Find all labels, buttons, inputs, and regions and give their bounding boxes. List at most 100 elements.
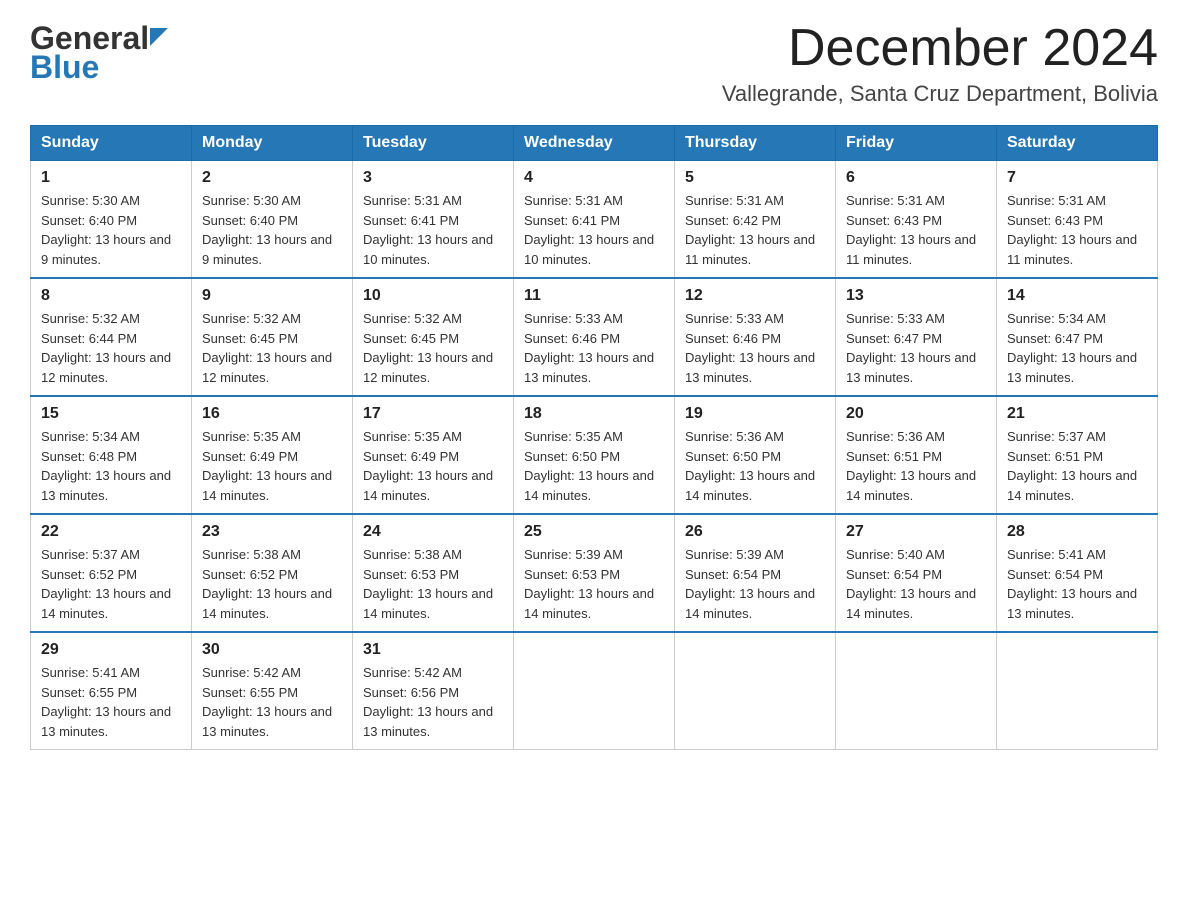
day-info: Sunrise: 5:38 AMSunset: 6:53 PMDaylight:… — [363, 547, 493, 621]
day-header-friday: Friday — [836, 126, 997, 161]
day-number: 16 — [202, 405, 342, 423]
calendar-cell: 30 Sunrise: 5:42 AMSunset: 6:55 PMDaylig… — [192, 632, 353, 750]
calendar-table: SundayMondayTuesdayWednesdayThursdayFrid… — [30, 125, 1158, 750]
day-number: 23 — [202, 523, 342, 541]
calendar-cell: 3 Sunrise: 5:31 AMSunset: 6:41 PMDayligh… — [353, 161, 514, 279]
day-number: 18 — [524, 405, 664, 423]
day-info: Sunrise: 5:34 AMSunset: 6:48 PMDaylight:… — [41, 429, 171, 503]
day-header-tuesday: Tuesday — [353, 126, 514, 161]
calendar-cell — [675, 632, 836, 750]
day-number: 9 — [202, 287, 342, 305]
day-info: Sunrise: 5:30 AMSunset: 6:40 PMDaylight:… — [202, 193, 332, 267]
day-header-monday: Monday — [192, 126, 353, 161]
calendar-cell: 6 Sunrise: 5:31 AMSunset: 6:43 PMDayligh… — [836, 161, 997, 279]
calendar-cell: 1 Sunrise: 5:30 AMSunset: 6:40 PMDayligh… — [31, 161, 192, 279]
day-info: Sunrise: 5:32 AMSunset: 6:45 PMDaylight:… — [202, 311, 332, 385]
week-row-5: 29 Sunrise: 5:41 AMSunset: 6:55 PMDaylig… — [31, 632, 1158, 750]
day-info: Sunrise: 5:31 AMSunset: 6:42 PMDaylight:… — [685, 193, 815, 267]
calendar-cell: 24 Sunrise: 5:38 AMSunset: 6:53 PMDaylig… — [353, 514, 514, 632]
day-number: 3 — [363, 169, 503, 187]
calendar-cell: 22 Sunrise: 5:37 AMSunset: 6:52 PMDaylig… — [31, 514, 192, 632]
calendar-title-area: December 2024 Vallegrande, Santa Cruz De… — [722, 20, 1158, 107]
day-number: 12 — [685, 287, 825, 305]
calendar-cell: 21 Sunrise: 5:37 AMSunset: 6:51 PMDaylig… — [997, 396, 1158, 514]
day-number: 13 — [846, 287, 986, 305]
week-row-3: 15 Sunrise: 5:34 AMSunset: 6:48 PMDaylig… — [31, 396, 1158, 514]
logo-blue-text: Blue — [30, 49, 99, 85]
day-info: Sunrise: 5:36 AMSunset: 6:51 PMDaylight:… — [846, 429, 976, 503]
day-number: 7 — [1007, 169, 1147, 187]
location-subtitle: Vallegrande, Santa Cruz Department, Boli… — [722, 81, 1158, 107]
day-header-saturday: Saturday — [997, 126, 1158, 161]
day-info: Sunrise: 5:36 AMSunset: 6:50 PMDaylight:… — [685, 429, 815, 503]
calendar-cell: 23 Sunrise: 5:38 AMSunset: 6:52 PMDaylig… — [192, 514, 353, 632]
logo: General Blue — [30, 20, 168, 86]
day-info: Sunrise: 5:33 AMSunset: 6:47 PMDaylight:… — [846, 311, 976, 385]
day-info: Sunrise: 5:34 AMSunset: 6:47 PMDaylight:… — [1007, 311, 1137, 385]
day-number: 11 — [524, 287, 664, 305]
day-info: Sunrise: 5:31 AMSunset: 6:43 PMDaylight:… — [846, 193, 976, 267]
day-number: 31 — [363, 641, 503, 659]
calendar-cell — [836, 632, 997, 750]
day-header-sunday: Sunday — [31, 126, 192, 161]
week-row-1: 1 Sunrise: 5:30 AMSunset: 6:40 PMDayligh… — [31, 161, 1158, 279]
day-info: Sunrise: 5:31 AMSunset: 6:41 PMDaylight:… — [363, 193, 493, 267]
week-row-4: 22 Sunrise: 5:37 AMSunset: 6:52 PMDaylig… — [31, 514, 1158, 632]
day-info: Sunrise: 5:33 AMSunset: 6:46 PMDaylight:… — [524, 311, 654, 385]
calendar-cell: 12 Sunrise: 5:33 AMSunset: 6:46 PMDaylig… — [675, 278, 836, 396]
calendar-cell: 2 Sunrise: 5:30 AMSunset: 6:40 PMDayligh… — [192, 161, 353, 279]
days-of-week-row: SundayMondayTuesdayWednesdayThursdayFrid… — [31, 126, 1158, 161]
day-number: 1 — [41, 169, 181, 187]
day-info: Sunrise: 5:39 AMSunset: 6:53 PMDaylight:… — [524, 547, 654, 621]
day-info: Sunrise: 5:35 AMSunset: 6:49 PMDaylight:… — [202, 429, 332, 503]
day-number: 24 — [363, 523, 503, 541]
calendar-cell: 16 Sunrise: 5:35 AMSunset: 6:49 PMDaylig… — [192, 396, 353, 514]
day-number: 22 — [41, 523, 181, 541]
calendar-cell: 11 Sunrise: 5:33 AMSunset: 6:46 PMDaylig… — [514, 278, 675, 396]
month-title: December 2024 — [722, 20, 1158, 77]
calendar-cell: 28 Sunrise: 5:41 AMSunset: 6:54 PMDaylig… — [997, 514, 1158, 632]
day-info: Sunrise: 5:38 AMSunset: 6:52 PMDaylight:… — [202, 547, 332, 621]
calendar-cell: 14 Sunrise: 5:34 AMSunset: 6:47 PMDaylig… — [997, 278, 1158, 396]
day-number: 5 — [685, 169, 825, 187]
day-number: 17 — [363, 405, 503, 423]
calendar-cell: 4 Sunrise: 5:31 AMSunset: 6:41 PMDayligh… — [514, 161, 675, 279]
calendar-cell: 27 Sunrise: 5:40 AMSunset: 6:54 PMDaylig… — [836, 514, 997, 632]
calendar-cell: 26 Sunrise: 5:39 AMSunset: 6:54 PMDaylig… — [675, 514, 836, 632]
day-number: 25 — [524, 523, 664, 541]
day-number: 10 — [363, 287, 503, 305]
calendar-cell: 29 Sunrise: 5:41 AMSunset: 6:55 PMDaylig… — [31, 632, 192, 750]
day-number: 19 — [685, 405, 825, 423]
calendar-cell — [514, 632, 675, 750]
day-info: Sunrise: 5:39 AMSunset: 6:54 PMDaylight:… — [685, 547, 815, 621]
day-info: Sunrise: 5:37 AMSunset: 6:52 PMDaylight:… — [41, 547, 171, 621]
calendar-cell: 18 Sunrise: 5:35 AMSunset: 6:50 PMDaylig… — [514, 396, 675, 514]
day-info: Sunrise: 5:31 AMSunset: 6:41 PMDaylight:… — [524, 193, 654, 267]
day-number: 26 — [685, 523, 825, 541]
day-header-wednesday: Wednesday — [514, 126, 675, 161]
day-info: Sunrise: 5:32 AMSunset: 6:44 PMDaylight:… — [41, 311, 171, 385]
day-number: 6 — [846, 169, 986, 187]
day-info: Sunrise: 5:41 AMSunset: 6:55 PMDaylight:… — [41, 665, 171, 739]
calendar-cell: 25 Sunrise: 5:39 AMSunset: 6:53 PMDaylig… — [514, 514, 675, 632]
day-info: Sunrise: 5:37 AMSunset: 6:51 PMDaylight:… — [1007, 429, 1137, 503]
day-number: 30 — [202, 641, 342, 659]
week-row-2: 8 Sunrise: 5:32 AMSunset: 6:44 PMDayligh… — [31, 278, 1158, 396]
day-info: Sunrise: 5:30 AMSunset: 6:40 PMDaylight:… — [41, 193, 171, 267]
calendar-cell: 15 Sunrise: 5:34 AMSunset: 6:48 PMDaylig… — [31, 396, 192, 514]
day-number: 27 — [846, 523, 986, 541]
day-info: Sunrise: 5:40 AMSunset: 6:54 PMDaylight:… — [846, 547, 976, 621]
calendar-cell: 9 Sunrise: 5:32 AMSunset: 6:45 PMDayligh… — [192, 278, 353, 396]
day-info: Sunrise: 5:33 AMSunset: 6:46 PMDaylight:… — [685, 311, 815, 385]
calendar-cell: 10 Sunrise: 5:32 AMSunset: 6:45 PMDaylig… — [353, 278, 514, 396]
day-number: 28 — [1007, 523, 1147, 541]
calendar-cell: 20 Sunrise: 5:36 AMSunset: 6:51 PMDaylig… — [836, 396, 997, 514]
calendar-cell: 31 Sunrise: 5:42 AMSunset: 6:56 PMDaylig… — [353, 632, 514, 750]
calendar-cell: 7 Sunrise: 5:31 AMSunset: 6:43 PMDayligh… — [997, 161, 1158, 279]
day-info: Sunrise: 5:35 AMSunset: 6:49 PMDaylight:… — [363, 429, 493, 503]
day-number: 2 — [202, 169, 342, 187]
day-info: Sunrise: 5:31 AMSunset: 6:43 PMDaylight:… — [1007, 193, 1137, 267]
calendar-cell: 17 Sunrise: 5:35 AMSunset: 6:49 PMDaylig… — [353, 396, 514, 514]
calendar-cell: 5 Sunrise: 5:31 AMSunset: 6:42 PMDayligh… — [675, 161, 836, 279]
day-info: Sunrise: 5:41 AMSunset: 6:54 PMDaylight:… — [1007, 547, 1137, 621]
